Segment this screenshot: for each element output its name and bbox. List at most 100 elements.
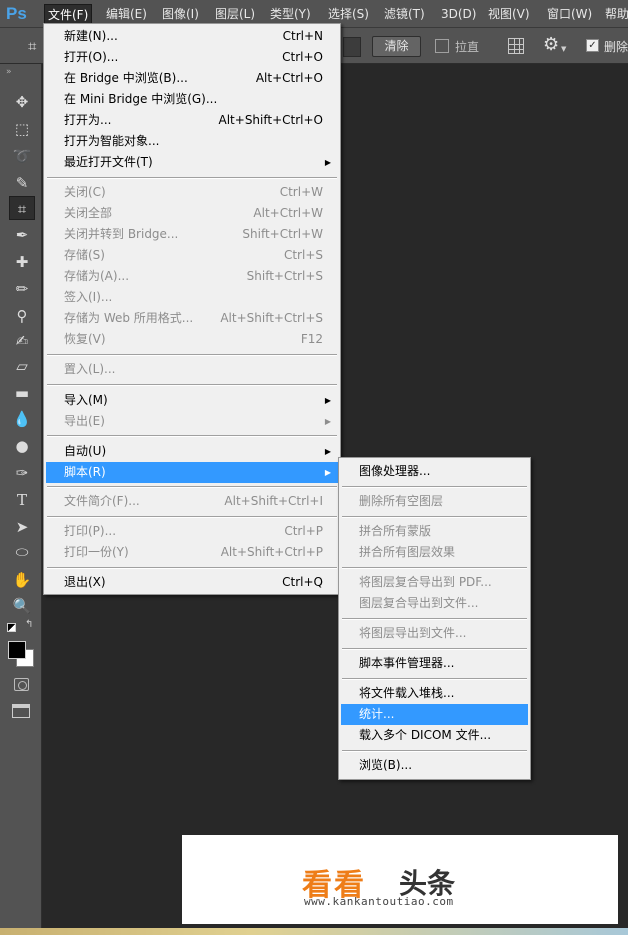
menu-window[interactable]: 窗口(W) xyxy=(544,4,595,24)
overlay-grid-icon[interactable] xyxy=(508,38,524,54)
gradient-tool-icon[interactable]: ▬ xyxy=(9,381,35,405)
gear-icon[interactable]: ⚙ xyxy=(543,35,559,55)
menu-item-open-smart-object[interactable]: 打开为智能对象... xyxy=(46,131,338,152)
straighten-label[interactable]: 拉直 xyxy=(455,38,479,56)
menu-item-close-go-bridge[interactable]: 关闭并转到 Bridge... Shift+Ctrl+W xyxy=(46,224,338,245)
healing-brush-tool-icon[interactable]: ✚ xyxy=(9,250,35,274)
menu-separator xyxy=(342,618,527,620)
menu-separator xyxy=(47,486,337,488)
submenu-arrow-icon: ▶ xyxy=(324,417,331,426)
menu-separator xyxy=(47,177,337,179)
screen-mode-icon[interactable] xyxy=(12,704,30,718)
menu-item-place[interactable]: 置入(L)... xyxy=(46,359,338,380)
menu-item-recent-files[interactable]: 最近打开文件(T) ▶ xyxy=(46,152,338,173)
ratio-field[interactable] xyxy=(343,37,361,57)
submenu-arrow-icon: ▶ xyxy=(324,468,331,477)
menu-separator xyxy=(342,648,527,650)
hand-tool-icon[interactable]: ✋ xyxy=(9,568,35,592)
taskbar-strip xyxy=(0,928,628,935)
marquee-tool-icon[interactable]: ⬚ xyxy=(9,117,35,141)
menu-view[interactable]: 视图(V) xyxy=(485,4,533,24)
lasso-tool-icon[interactable]: ➰ xyxy=(9,144,35,168)
eraser-tool-icon[interactable]: ▱ xyxy=(9,354,35,378)
file-menu: 新建(N)... Ctrl+N 打开(O)... Ctrl+O 在 Bridge 中… xyxy=(43,23,341,595)
menu-item-image-processor[interactable]: 图像处理器... xyxy=(341,461,528,482)
panel-grip-icon[interactable]: » xyxy=(6,67,11,77)
menu-item-close-all[interactable]: 关闭全部 Alt+Ctrl+W xyxy=(46,203,338,224)
menu-item-close[interactable]: 关闭(C) Ctrl+W xyxy=(46,182,338,203)
photoshop-logo: Ps xyxy=(6,4,27,23)
shape-tool-icon[interactable]: ⬭ xyxy=(9,540,35,564)
menu-separator xyxy=(47,384,337,386)
submenu-arrow-icon: ▶ xyxy=(324,158,331,167)
menu-item-save[interactable]: 存储(S) Ctrl+S xyxy=(46,245,338,266)
menu-image[interactable]: 图像(I) xyxy=(159,4,202,24)
menu-item-print-one-copy[interactable]: 打印一份(Y) Alt+Shift+Ctrl+P xyxy=(46,542,338,563)
menu-item-print[interactable]: 打印(P)... Ctrl+P xyxy=(46,521,338,542)
menu-help[interactable]: 帮助 xyxy=(602,4,628,24)
menu-select[interactable]: 选择(S) xyxy=(325,4,372,24)
eyedropper-tool-icon[interactable]: ✒ xyxy=(9,223,35,247)
submenu-arrow-icon: ▶ xyxy=(324,447,331,456)
menu-item-layers-to-files[interactable]: 将图层导出到文件... xyxy=(341,623,528,644)
menu-item-open-as[interactable]: 打开为... Alt+Shift+Ctrl+O xyxy=(46,110,338,131)
menu-item-open[interactable]: 打开(O)... Ctrl+O xyxy=(46,47,338,68)
menu-item-comps-to-pdf[interactable]: 将图层复合导出到 PDF... xyxy=(341,572,528,593)
move-tool-icon[interactable]: ✥ xyxy=(9,90,35,114)
menu-type[interactable]: 类型(Y) xyxy=(267,4,314,24)
menu-item-save-as[interactable]: 存储为(A)... Shift+Ctrl+S xyxy=(46,266,338,287)
pen-tool-icon[interactable]: ✑ xyxy=(9,461,35,485)
menu-item-load-dicom[interactable]: 载入多个 DICOM 文件... xyxy=(341,725,528,746)
menu-item-browse[interactable]: 浏览(B)... xyxy=(341,755,528,776)
menu-item-file-info[interactable]: 文件简介(F)... Alt+Shift+Ctrl+I xyxy=(46,491,338,512)
menu-item-browse-mini-bridge[interactable]: 在 Mini Bridge 中浏览(G)... xyxy=(46,89,338,110)
clear-button[interactable]: 清除 xyxy=(372,36,421,57)
menu-item-check-in[interactable]: 签入(I)... xyxy=(46,287,338,308)
delete-cropped-checkbox[interactable]: ✓ xyxy=(586,39,599,52)
menu-item-browse-bridge[interactable]: 在 Bridge 中浏览(B)... Alt+Ctrl+O xyxy=(46,68,338,89)
menu-separator xyxy=(47,516,337,518)
delete-cropped-label: 删除 xyxy=(604,40,628,54)
menu-layer[interactable]: 图层(L) xyxy=(212,4,258,24)
menu-file[interactable]: 文件(F) xyxy=(44,4,93,24)
menu-item-exit[interactable]: 退出(X) Ctrl+Q xyxy=(46,572,338,593)
path-selection-tool-icon[interactable]: ➤ xyxy=(9,515,35,539)
menu-separator xyxy=(47,435,337,437)
menu-item-scripts[interactable]: 脚本(R) ▶ xyxy=(46,462,338,483)
straighten-icon[interactable] xyxy=(435,39,449,53)
blur-tool-icon[interactable]: 💧 xyxy=(9,407,35,431)
menu-item-statistics[interactable]: 统计... xyxy=(341,704,528,725)
menu-item-flatten-layer-effects[interactable]: 拼合所有图层效果 xyxy=(341,542,528,563)
menu-separator xyxy=(47,354,337,356)
clone-stamp-tool-icon[interactable]: ⚲ xyxy=(9,304,35,328)
crop-preset-icon[interactable]: ⌗ xyxy=(28,37,36,55)
default-colors-icon[interactable] xyxy=(7,623,16,632)
menu-separator xyxy=(47,567,337,569)
menu-edit[interactable]: 编辑(E) xyxy=(103,4,150,24)
crop-tool-icon[interactable]: ⌗ xyxy=(9,196,35,220)
menu-item-export[interactable]: 导出(E) ▶ xyxy=(46,411,338,432)
menu-item-import[interactable]: 导入(M) ▶ xyxy=(46,390,338,411)
menu-item-delete-empty-layers[interactable]: 删除所有空图层 xyxy=(341,491,528,512)
menu-filter[interactable]: 滤镜(T) xyxy=(381,4,428,24)
menu-item-flatten-masks[interactable]: 拼合所有蒙版 xyxy=(341,521,528,542)
menu-item-script-events-manager[interactable]: 脚本事件管理器... xyxy=(341,653,528,674)
zoom-tool-icon[interactable]: 🔍 xyxy=(9,594,35,618)
menu-3d[interactable]: 3D(D) xyxy=(438,4,479,24)
swap-colors-icon[interactable]: ↰ xyxy=(25,619,33,630)
menu-item-save-for-web[interactable]: 存储为 Web 所用格式... Alt+Shift+Ctrl+S xyxy=(46,308,338,329)
brush-tool-icon[interactable]: ✏ xyxy=(9,277,35,301)
chevron-down-icon[interactable]: ▼ xyxy=(561,45,566,53)
quick-mask-icon[interactable] xyxy=(14,678,29,691)
menu-item-automate[interactable]: 自动(U) ▶ xyxy=(46,441,338,462)
history-brush-tool-icon[interactable]: ✍ xyxy=(9,329,35,353)
menu-separator xyxy=(342,678,527,680)
menu-item-revert[interactable]: 恢复(V) F12 xyxy=(46,329,338,350)
menu-item-new[interactable]: 新建(N)... Ctrl+N xyxy=(46,26,338,47)
type-tool-icon[interactable]: T xyxy=(9,488,35,512)
dodge-tool-icon[interactable]: ● xyxy=(9,434,35,458)
quick-selection-tool-icon[interactable]: ✎ xyxy=(9,171,35,195)
menu-item-comps-to-files[interactable]: 图层复合导出到文件... xyxy=(341,593,528,614)
foreground-color-swatch[interactable] xyxy=(8,641,26,659)
menu-item-load-files-into-stack[interactable]: 将文件载入堆栈... xyxy=(341,683,528,704)
